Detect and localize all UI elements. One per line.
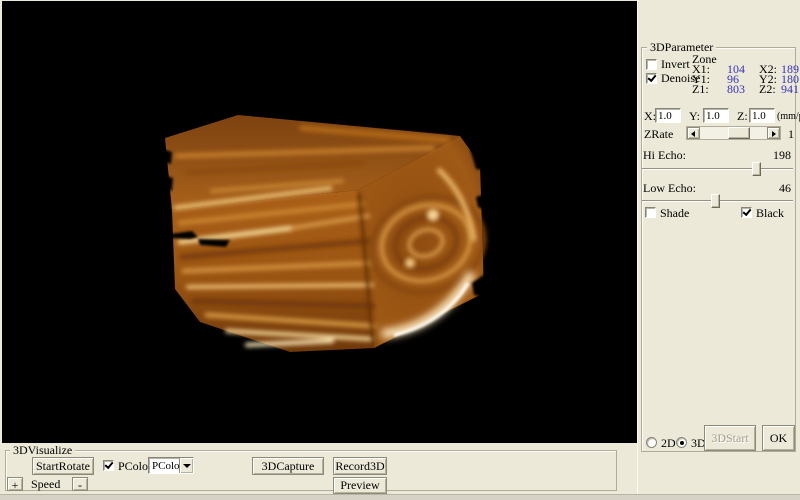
mode-3d-radio[interactable] [676, 437, 687, 448]
hi-echo-value: 198 [773, 150, 791, 161]
pcolor-label: PColor [118, 461, 152, 472]
scale-unit-label: (mm/p) [777, 111, 800, 122]
shade-checkbox[interactable] [645, 207, 656, 218]
parameter-panel: 3DParameter Invert Denoise Zone X1: 104 … [637, 0, 800, 500]
record3d-button[interactable]: Record3D [333, 457, 387, 475]
scale-z-input[interactable] [749, 108, 775, 123]
visualize-group-title: 3DVisualize [10, 443, 75, 458]
zone-z2-value: 941 [781, 84, 799, 95]
app-window: { "colors": { "panel_bg": "#ece9d8", "vi… [0, 0, 800, 500]
scale-x-input[interactable] [655, 108, 681, 123]
zrate-scroll-track[interactable] [700, 127, 767, 139]
visualize-groupbox: 3DVisualize StartRotate PColor PColor 3D… [5, 450, 617, 491]
chevron-down-icon [183, 464, 191, 468]
low-echo-value: 46 [779, 183, 791, 194]
left-arrow-icon [691, 131, 695, 137]
speed-minus-button[interactable]: - [72, 477, 88, 491]
render-viewport[interactable] [2, 1, 637, 443]
low-echo-label: Low Echo: [643, 183, 696, 194]
3dstart-button[interactable]: 3DStart [704, 425, 756, 451]
zone-z2-label: Z2: [759, 84, 776, 95]
hi-echo-label: Hi Echo: [643, 150, 686, 161]
hi-echo-slider-track [642, 168, 793, 170]
scale-z-label: Z: [737, 111, 748, 122]
3dcapture-button[interactable]: 3DCapture [252, 457, 324, 475]
hi-echo-slider-thumb[interactable] [752, 162, 761, 176]
scale-y-label: Y: [689, 111, 700, 122]
zrate-scroll-left-button[interactable] [687, 127, 700, 139]
mode-2d-radio[interactable] [646, 437, 657, 448]
pcolor-checkbox[interactable] [103, 460, 114, 471]
zrate-value: 1 [788, 129, 794, 140]
invert-label: Invert [661, 59, 690, 70]
zone-z1-value: 803 [727, 84, 745, 95]
black-checkbox[interactable] [741, 207, 752, 218]
invert-checkbox[interactable] [646, 59, 657, 70]
visualize-panel: 3DVisualize StartRotate PColor PColor 3D… [0, 443, 637, 500]
ok-button[interactable]: OK [762, 425, 795, 451]
zone-z1-label: Z1: [692, 84, 709, 95]
zrate-label: ZRate [644, 129, 673, 140]
scale-y-input[interactable] [703, 108, 729, 123]
mode-2d-label: 2D [661, 438, 676, 449]
zrate-scroll-right-button[interactable] [767, 127, 780, 139]
black-label: Black [756, 208, 784, 219]
right-arrow-icon [772, 131, 776, 137]
start-rotate-button[interactable]: StartRotate [32, 457, 94, 475]
zrate-scroll-thumb[interactable] [728, 127, 750, 139]
shade-label: Shade [660, 208, 689, 219]
zrate-scrollbar[interactable] [686, 126, 781, 140]
pcolor-dropdown-button[interactable] [179, 458, 193, 473]
volume-render[interactable] [2, 1, 637, 443]
preview-button[interactable]: Preview [333, 477, 387, 494]
pcolor-dropdown[interactable]: PColor [148, 457, 194, 474]
window-bottom-edge [0, 494, 800, 500]
low-echo-slider-thumb[interactable] [711, 194, 720, 208]
denoise-checkbox[interactable] [646, 73, 657, 84]
speed-plus-button[interactable]: + [7, 477, 23, 491]
speed-label: Speed [31, 479, 60, 490]
param-groupbox: 3DParameter Invert Denoise Zone X1: 104 … [641, 47, 796, 452]
